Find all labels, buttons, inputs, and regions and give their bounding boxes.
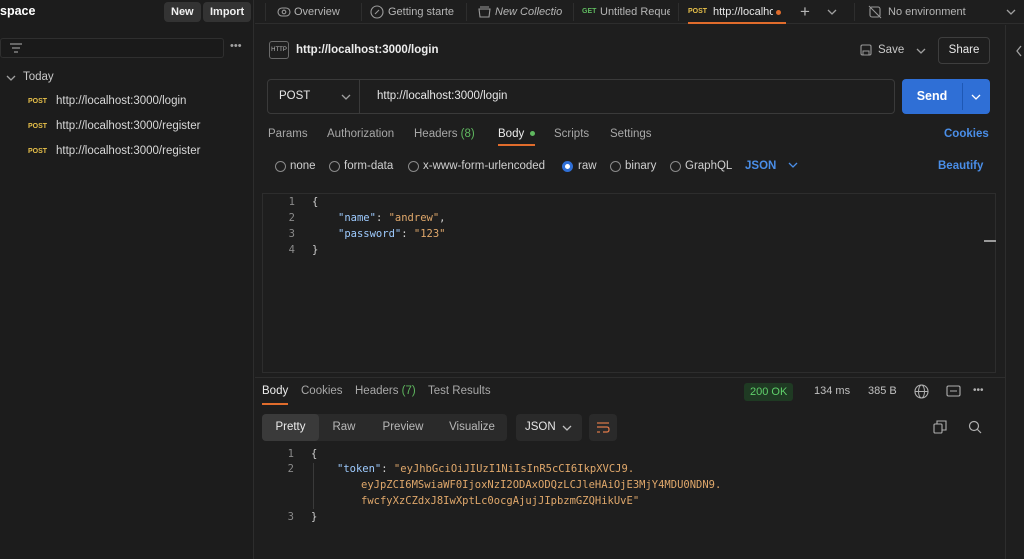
- globe-icon[interactable]: [914, 384, 929, 399]
- beautify-button[interactable]: Beautify: [938, 160, 983, 172]
- tab-overview[interactable]: Overview: [277, 0, 365, 24]
- url-input[interactable]: http://localhost:3000/login: [377, 90, 507, 102]
- method-badge: POST: [28, 98, 48, 105]
- response-body[interactable]: 1 2 3 { "token": "eyJhbGciOiJIUzI1NiIsIn…: [262, 446, 996, 546]
- collection-icon: [478, 6, 491, 18]
- radio-binary[interactable]: [610, 161, 621, 172]
- http-icon: HTTP: [269, 41, 289, 59]
- radio-none-label: none: [290, 160, 316, 172]
- chevron-down-icon[interactable]: [1006, 8, 1016, 16]
- tab-params[interactable]: Params: [268, 128, 308, 140]
- radio-urlencoded[interactable]: [408, 161, 419, 172]
- radio-binary-label: binary: [625, 160, 657, 172]
- environment-selector[interactable]: No environment: [868, 0, 998, 24]
- chevron-left-icon[interactable]: [1015, 45, 1023, 57]
- tab-authorization[interactable]: Authorization: [327, 128, 394, 140]
- tab-active-request[interactable]: POST http://localho: [688, 0, 786, 24]
- status-badge[interactable]: 200 OK: [744, 383, 794, 401]
- view-visualize[interactable]: Visualize: [437, 414, 507, 441]
- url-bar: POST http://localhost:3000/login: [267, 79, 895, 114]
- wrap-icon: [597, 422, 610, 433]
- save-response-icon[interactable]: [946, 385, 961, 397]
- save-icon: [860, 44, 872, 56]
- radio-form-data-label: form-data: [344, 160, 394, 172]
- radio-none[interactable]: [275, 161, 286, 172]
- tab-body[interactable]: Body: [498, 128, 536, 146]
- group-label: Today: [23, 71, 54, 83]
- send-button[interactable]: Send: [902, 79, 962, 114]
- search-icon[interactable]: [968, 420, 982, 434]
- overview-icon: [277, 7, 291, 17]
- response-tab-headers[interactable]: Headers (7): [355, 385, 416, 397]
- response-tab-body[interactable]: Body: [262, 385, 289, 405]
- send-button-group: Send: [902, 79, 990, 114]
- chevron-down-icon[interactable]: [971, 93, 981, 101]
- request-title: http://localhost:3000/login: [296, 44, 439, 56]
- scrollbar-thumb[interactable]: [984, 240, 996, 242]
- filter-icon: [10, 43, 22, 53]
- method-selector[interactable]: POST: [268, 80, 360, 113]
- radio-form-data[interactable]: [329, 161, 340, 172]
- import-button[interactable]: Import: [203, 2, 252, 22]
- view-raw[interactable]: Raw: [319, 414, 369, 441]
- cookies-link[interactable]: Cookies: [944, 128, 989, 140]
- response-time[interactable]: 134 ms: [814, 385, 850, 397]
- save-button[interactable]: Save: [858, 37, 928, 63]
- chevron-down-icon[interactable]: [827, 8, 837, 16]
- chevron-down-icon: [341, 94, 351, 100]
- tab-headers[interactable]: Headers (8): [414, 128, 475, 140]
- history-item-url: http://localhost:3000/login: [56, 95, 187, 107]
- response-format-selector[interactable]: JSON: [516, 414, 582, 441]
- response-tab-cookies[interactable]: Cookies: [301, 385, 343, 397]
- new-button[interactable]: New: [164, 2, 201, 22]
- history-item[interactable]: POST http://localhost:3000/register: [26, 119, 246, 135]
- wrap-lines-button[interactable]: [589, 414, 617, 441]
- radio-raw[interactable]: [562, 161, 573, 172]
- response-tab-test-results[interactable]: Test Results: [428, 385, 491, 397]
- history-group-today[interactable]: Today: [6, 70, 246, 86]
- radio-urlencoded-label: x-www-form-urlencoded: [423, 160, 546, 172]
- chevron-down-icon: [916, 48, 926, 54]
- filter-input[interactable]: [0, 38, 224, 58]
- response-size[interactable]: 385 B: [868, 385, 897, 397]
- history-item[interactable]: POST http://localhost:3000/register: [26, 144, 246, 160]
- chevron-down-icon: [6, 75, 16, 81]
- workspace-title: space: [0, 4, 36, 18]
- tab-getting-started[interactable]: Getting starte: [370, 0, 454, 24]
- radio-graphql[interactable]: [670, 161, 681, 172]
- chevron-down-icon: [788, 162, 797, 168]
- tab-untitled-request[interactable]: GET Untitled Reque: [582, 0, 670, 24]
- sidebar: space New Import ••• Today POST http://l…: [0, 0, 254, 559]
- more-options-icon[interactable]: •••: [230, 40, 242, 52]
- method-badge: POST: [28, 123, 48, 130]
- history-item[interactable]: POST http://localhost:3000/login: [26, 94, 246, 110]
- tab-bar: Overview Getting starte New Collectio GE…: [255, 0, 1024, 24]
- compass-icon: [370, 5, 384, 19]
- body-format-selector[interactable]: JSON: [745, 160, 798, 172]
- new-tab-button[interactable]: +: [800, 0, 814, 24]
- chevron-down-icon: [562, 425, 572, 431]
- tab-scripts[interactable]: Scripts: [554, 128, 589, 140]
- copy-icon[interactable]: [933, 420, 947, 434]
- history-item-url: http://localhost:3000/register: [56, 120, 201, 132]
- active-dot: [530, 131, 536, 137]
- radio-graphql-label: GraphQL: [685, 160, 733, 172]
- tab-new-collection[interactable]: New Collectio: [478, 0, 563, 24]
- unsaved-dot: [776, 10, 781, 15]
- response-more-icon[interactable]: •••: [973, 385, 984, 396]
- radio-raw-label: raw: [578, 160, 597, 172]
- share-button[interactable]: Share: [938, 37, 990, 64]
- history-item-url: http://localhost:3000/register: [56, 145, 201, 157]
- view-pretty[interactable]: Pretty: [262, 414, 319, 441]
- tab-settings[interactable]: Settings: [610, 128, 652, 140]
- no-environment-icon: [868, 5, 882, 19]
- method-badge: POST: [28, 148, 48, 155]
- request-body-editor[interactable]: 1 2 3 4 { "name": "andrew", "password": …: [262, 193, 996, 373]
- view-preview[interactable]: Preview: [369, 414, 437, 441]
